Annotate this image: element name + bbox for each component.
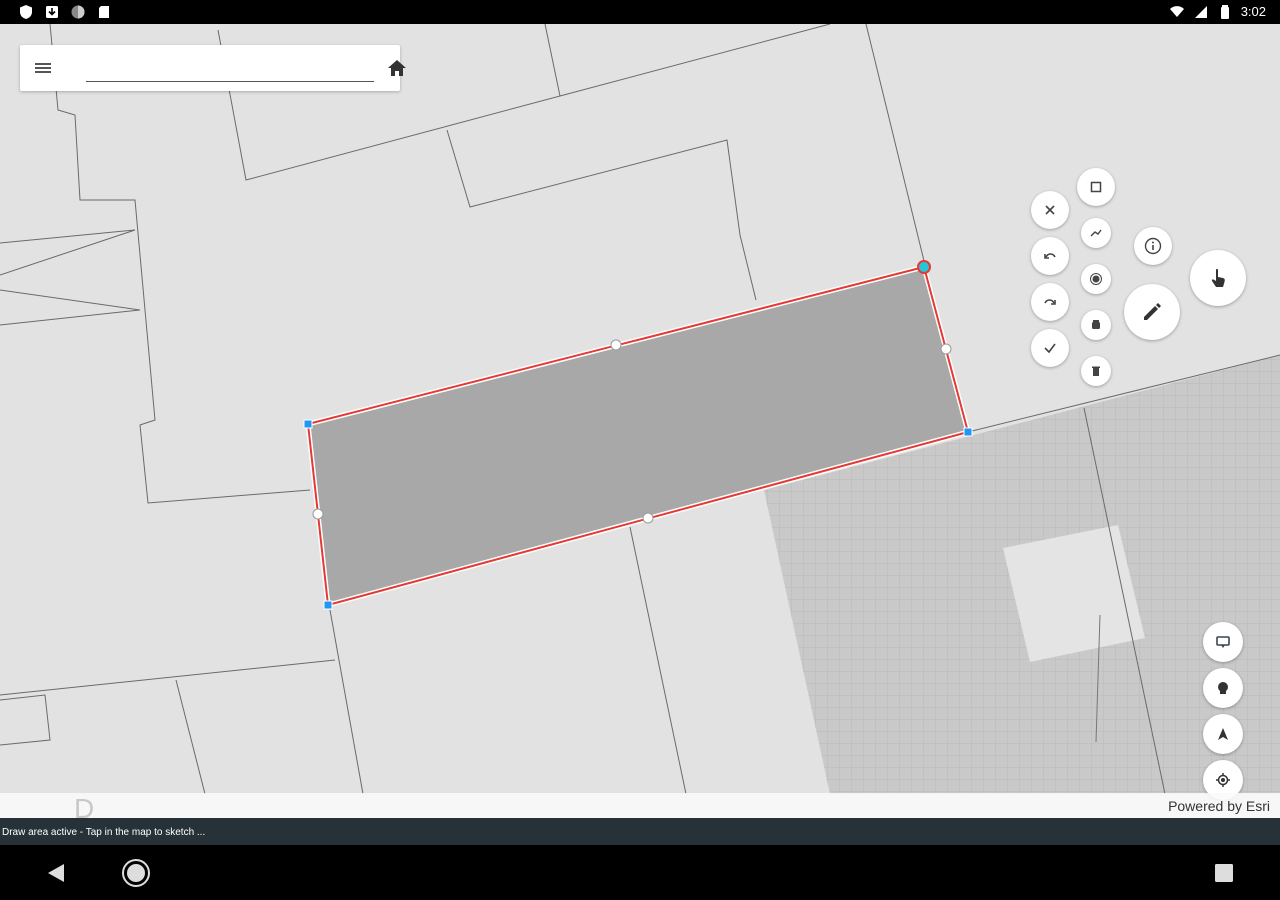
cancel-icon bbox=[1045, 205, 1055, 215]
erase-icon bbox=[1092, 320, 1100, 329]
point-icon bbox=[1090, 273, 1102, 285]
navigation-bar bbox=[0, 845, 1280, 900]
sync-icon bbox=[71, 5, 85, 19]
edit-icon bbox=[1144, 303, 1161, 320]
touch-select-icon bbox=[1211, 268, 1225, 287]
draw-status-text: Draw area active - Tap in the map to ske… bbox=[2, 827, 206, 838]
confirm-icon bbox=[1044, 343, 1056, 354]
edit-button[interactable] bbox=[1124, 284, 1180, 340]
undo-icon bbox=[1044, 253, 1056, 259]
navigate-button[interactable] bbox=[1203, 714, 1243, 754]
signal-icon bbox=[1194, 6, 1207, 18]
draw-status-bar: Draw area active - Tap in the map to ske… bbox=[0, 818, 1280, 845]
download-icon bbox=[46, 6, 58, 18]
vertex-handle[interactable] bbox=[323, 600, 333, 610]
polyline-tool-button[interactable] bbox=[1081, 218, 1111, 248]
polygon-icon bbox=[1090, 181, 1102, 193]
status-bar: 3:02 bbox=[0, 0, 1280, 24]
redo-button[interactable] bbox=[1031, 283, 1069, 321]
erase-tool-button[interactable] bbox=[1081, 310, 1111, 340]
midpoint-handle[interactable] bbox=[312, 508, 324, 520]
confirm-button[interactable] bbox=[1031, 329, 1069, 367]
delete-tool-button[interactable] bbox=[1081, 356, 1111, 386]
vertex-handle[interactable] bbox=[303, 419, 313, 429]
attribution-logo-partial: D bbox=[74, 797, 95, 818]
layers-icon bbox=[1218, 682, 1228, 694]
sd-card-icon bbox=[99, 6, 109, 18]
attribution-text[interactable]: Powered by Esri bbox=[1168, 798, 1270, 814]
home-icon[interactable] bbox=[386, 57, 408, 79]
locate-icon bbox=[1216, 773, 1230, 787]
clock: 3:02 bbox=[1240, 4, 1266, 19]
point-tool-button[interactable] bbox=[1081, 264, 1111, 294]
menu-icon[interactable] bbox=[32, 57, 54, 79]
info-button[interactable] bbox=[1134, 227, 1172, 265]
compass-button[interactable] bbox=[1203, 622, 1243, 662]
compass-icon bbox=[1216, 636, 1230, 648]
redo-icon bbox=[1044, 299, 1056, 305]
attribution-bar: D Powered by Esri bbox=[0, 793, 1280, 818]
cancel-button[interactable] bbox=[1031, 191, 1069, 229]
battery-icon bbox=[1220, 5, 1229, 19]
search-bar bbox=[20, 45, 406, 91]
undo-button[interactable] bbox=[1031, 237, 1069, 275]
polygon-tool-button[interactable] bbox=[1077, 168, 1115, 206]
shield-icon bbox=[20, 5, 32, 19]
vertex-handle[interactable] bbox=[963, 427, 973, 437]
wifi-icon bbox=[1169, 6, 1184, 17]
touch-select-button[interactable] bbox=[1190, 250, 1246, 306]
back-icon[interactable] bbox=[46, 862, 66, 884]
home-button-icon[interactable] bbox=[121, 858, 151, 888]
navigate-icon bbox=[1218, 728, 1228, 740]
selected-vertex-handle[interactable] bbox=[917, 260, 931, 274]
midpoint-handle[interactable] bbox=[940, 343, 952, 355]
search-input[interactable] bbox=[86, 55, 374, 82]
midpoint-handle[interactable] bbox=[610, 339, 622, 351]
polyline-icon bbox=[1090, 229, 1102, 237]
map-view[interactable] bbox=[0, 24, 1280, 794]
midpoint-handle[interactable] bbox=[642, 512, 654, 524]
layers-button[interactable] bbox=[1203, 668, 1243, 708]
delete-icon bbox=[1092, 366, 1100, 376]
info-icon bbox=[1144, 237, 1162, 255]
recents-icon[interactable] bbox=[1214, 863, 1234, 883]
